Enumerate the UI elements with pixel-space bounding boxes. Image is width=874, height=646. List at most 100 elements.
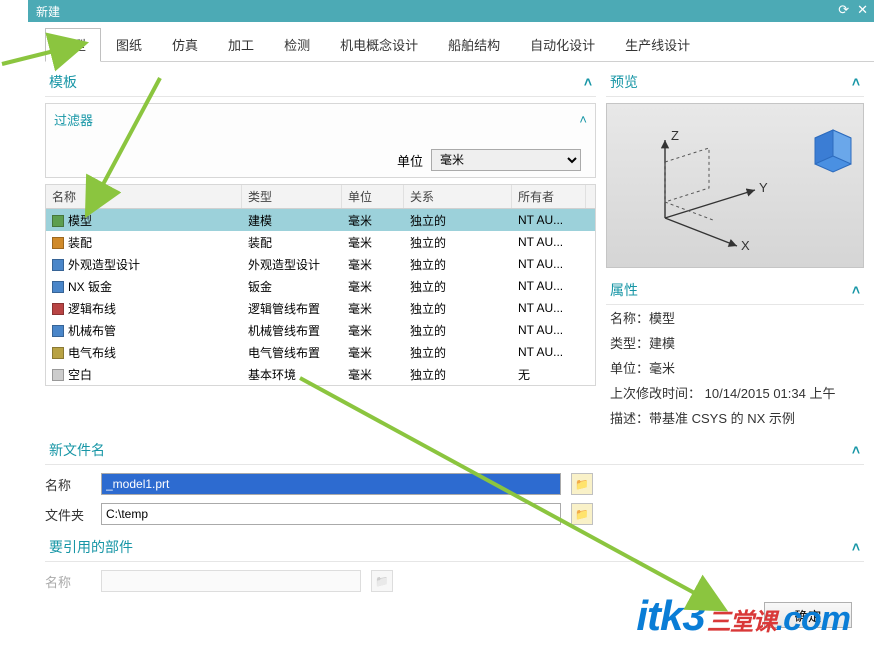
row-type: 逻辑管线布置 [242, 297, 342, 320]
folder-field-label: 文件夹 [45, 505, 91, 524]
preview-pane: Z Y X [606, 103, 864, 268]
preview-label: 预览 [610, 72, 638, 92]
template-icon [52, 215, 64, 227]
new-file-header[interactable]: 新文件名 ˄ [45, 436, 864, 465]
col-unit[interactable]: 单位 [342, 185, 404, 208]
template-icon [52, 303, 64, 315]
col-name[interactable]: 名称 [46, 185, 242, 208]
prop-desc: 描述：带基准 CSYS 的 NX 示例 [606, 405, 864, 430]
tab-ship[interactable]: 船舶结构 [433, 28, 515, 61]
properties-label: 属性 [610, 280, 638, 300]
folder-input[interactable] [101, 503, 561, 525]
tab-mechatronics[interactable]: 机电概念设计 [325, 28, 433, 61]
svg-text:X: X [741, 238, 750, 253]
row-type: 机械管线布置 [242, 319, 342, 342]
template-icon [52, 347, 64, 359]
tab-model[interactable]: 模型 [45, 28, 101, 62]
row-unit: 毫米 [342, 231, 404, 254]
row-name: 机械布管 [68, 324, 116, 338]
watermark: itk3三堂课.com [636, 592, 850, 640]
row-relation: 独立的 [404, 209, 512, 232]
row-relation: 独立的 [404, 297, 512, 320]
col-relation[interactable]: 关系 [404, 185, 512, 208]
row-name: 外观造型设计 [68, 258, 140, 272]
prop-modified: 上次修改时间： 10/14/2015 01:34 上午 [606, 380, 864, 405]
browse-name-button[interactable] [571, 473, 593, 495]
prop-unit: 单位：毫米 [606, 355, 864, 380]
row-owner: NT AU... [512, 276, 586, 296]
prop-name: 名称：模型 [606, 305, 864, 330]
row-relation: 独立的 [404, 231, 512, 254]
chevron-up-icon[interactable]: ˄ [579, 112, 587, 127]
refresh-icon[interactable]: ⟳ [838, 2, 849, 18]
row-unit: 毫米 [342, 209, 404, 232]
chevron-up-icon: ˄ [584, 74, 592, 90]
close-icon[interactable]: ✕ [857, 2, 868, 18]
row-type: 钣金 [242, 275, 342, 298]
row-owner: NT AU... [512, 254, 586, 274]
table-row[interactable]: 逻辑布线逻辑管线布置毫米独立的NT AU... [46, 297, 595, 319]
template-table: 名称 类型 单位 关系 所有者 模型建模毫米独立的NT AU...装配装配毫米独… [45, 184, 596, 386]
dialog-title: 新建 [36, 3, 60, 20]
row-relation: 独立的 [404, 363, 512, 386]
row-relation: 独立的 [404, 341, 512, 364]
tab-simulation[interactable]: 仿真 [157, 28, 213, 61]
reference-header[interactable]: 要引用的部件 ˄ [45, 533, 864, 562]
row-relation: 独立的 [404, 253, 512, 276]
table-row[interactable]: 电气布线电气管线布置毫米独立的NT AU... [46, 341, 595, 363]
title-bar: 新建 ⟳ ✕ [28, 0, 874, 22]
table-row[interactable]: 外观造型设计外观造型设计毫米独立的NT AU... [46, 253, 595, 275]
tab-productionline[interactable]: 生产线设计 [610, 28, 705, 61]
row-owner: NT AU... [512, 320, 586, 340]
new-file-label: 新文件名 [49, 440, 105, 460]
svg-text:Y: Y [759, 180, 768, 195]
row-unit: 毫米 [342, 253, 404, 276]
chevron-up-icon: ˄ [852, 442, 860, 458]
row-unit: 毫米 [342, 363, 404, 386]
unit-select[interactable]: 毫米 [431, 149, 581, 171]
row-relation: 独立的 [404, 275, 512, 298]
row-name: 模型 [68, 214, 92, 228]
row-unit: 毫米 [342, 297, 404, 320]
row-type: 装配 [242, 231, 342, 254]
preview-header[interactable]: 预览 ˄ [606, 68, 864, 97]
template-icon [52, 325, 64, 337]
properties-header[interactable]: 属性 ˄ [606, 276, 864, 305]
table-row[interactable]: 装配装配毫米独立的NT AU... [46, 231, 595, 253]
template-icon [52, 369, 64, 381]
row-owner: NT AU... [512, 298, 586, 318]
tab-inspection[interactable]: 检测 [269, 28, 325, 61]
row-owner: NT AU... [512, 342, 586, 362]
prop-type: 类型：建模 [606, 330, 864, 355]
name-field-label: 名称 [45, 475, 91, 494]
table-row[interactable]: 空白基本环境毫米独立的无 [46, 363, 595, 385]
reference-label: 要引用的部件 [49, 537, 133, 557]
table-row[interactable]: NX 钣金钣金毫米独立的NT AU... [46, 275, 595, 297]
row-owner: 无 [512, 363, 586, 386]
name-input[interactable] [101, 473, 561, 495]
table-body: 模型建模毫米独立的NT AU...装配装配毫米独立的NT AU...外观造型设计… [46, 209, 595, 385]
ref-name-input[interactable] [101, 570, 361, 592]
row-name: 装配 [68, 236, 92, 250]
row-name: NX 钣金 [68, 280, 112, 294]
row-type: 电气管线布置 [242, 341, 342, 364]
csys-icon: Z Y X [607, 104, 867, 269]
chevron-up-icon: ˄ [852, 539, 860, 555]
chevron-up-icon: ˄ [852, 282, 860, 298]
row-type: 基本环境 [242, 363, 342, 386]
filter-label: 过滤器 [54, 110, 93, 129]
table-row[interactable]: 模型建模毫米独立的NT AU... [46, 209, 595, 231]
table-row[interactable]: 机械布管机械管线布置毫米独立的NT AU... [46, 319, 595, 341]
col-type[interactable]: 类型 [242, 185, 342, 208]
tab-drawing[interactable]: 图纸 [101, 28, 157, 61]
col-owner[interactable]: 所有者 [512, 185, 586, 208]
row-relation: 独立的 [404, 319, 512, 342]
template-header[interactable]: 模板 ˄ [45, 68, 596, 97]
template-icon [52, 237, 64, 249]
table-header: 名称 类型 单位 关系 所有者 [46, 185, 595, 209]
tab-manufacturing[interactable]: 加工 [213, 28, 269, 61]
svg-text:Z: Z [671, 128, 679, 143]
row-type: 外观造型设计 [242, 253, 342, 276]
browse-folder-button[interactable] [571, 503, 593, 525]
tab-automation[interactable]: 自动化设计 [515, 28, 610, 61]
